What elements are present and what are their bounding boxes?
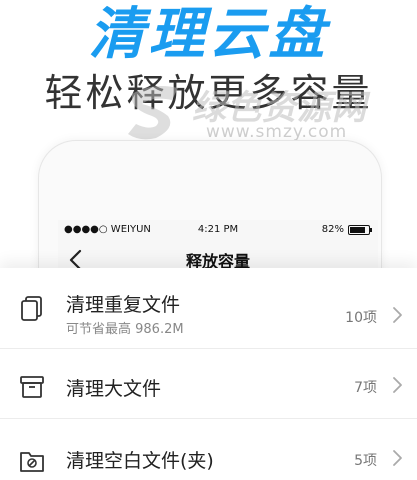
empty-folder-icon (20, 452, 44, 472)
list-item-count: 5项 (354, 453, 377, 469)
duplicate-files-icon (21, 296, 42, 321)
list-item-count: 10项 (345, 310, 377, 326)
list-item-subtitle: 可节省最高 986.2M (66, 322, 184, 337)
promo-headline: 清理云盘 (88, 2, 329, 67)
chevron-right-icon (393, 377, 402, 393)
divider (0, 418, 417, 419)
list-item-title: 清理空白文件(夹) (66, 450, 214, 472)
status-battery-level: 82% (321, 224, 344, 235)
chevron-right-icon (393, 307, 402, 323)
list-item-large-files[interactable]: 清理大文件 7项 (0, 352, 417, 422)
list-item-count: 7项 (354, 380, 377, 396)
watermark-url: www.smzy.com (206, 122, 348, 142)
battery-icon (348, 225, 372, 235)
promo-subheadline: 轻松释放更多容量 (44, 71, 373, 115)
list-item-title: 清理大文件 (66, 378, 162, 400)
list-item-empty-folders[interactable]: 清理空白文件(夹) 5项 (0, 422, 417, 480)
cleanup-list: 清理重复文件 可节省最高 986.2M 10项 清理大文件 7项 清理空白文件(… (0, 268, 417, 480)
divider (0, 348, 417, 349)
archive-box-icon (20, 376, 44, 398)
chevron-right-icon (393, 450, 402, 466)
list-item-title: 清理重复文件 (66, 294, 181, 316)
list-item-duplicate-files[interactable]: 清理重复文件 可节省最高 986.2M 10项 (0, 272, 417, 342)
status-bar: ●●●●○ WEIYUN 4:21 PM 82% (58, 220, 378, 240)
